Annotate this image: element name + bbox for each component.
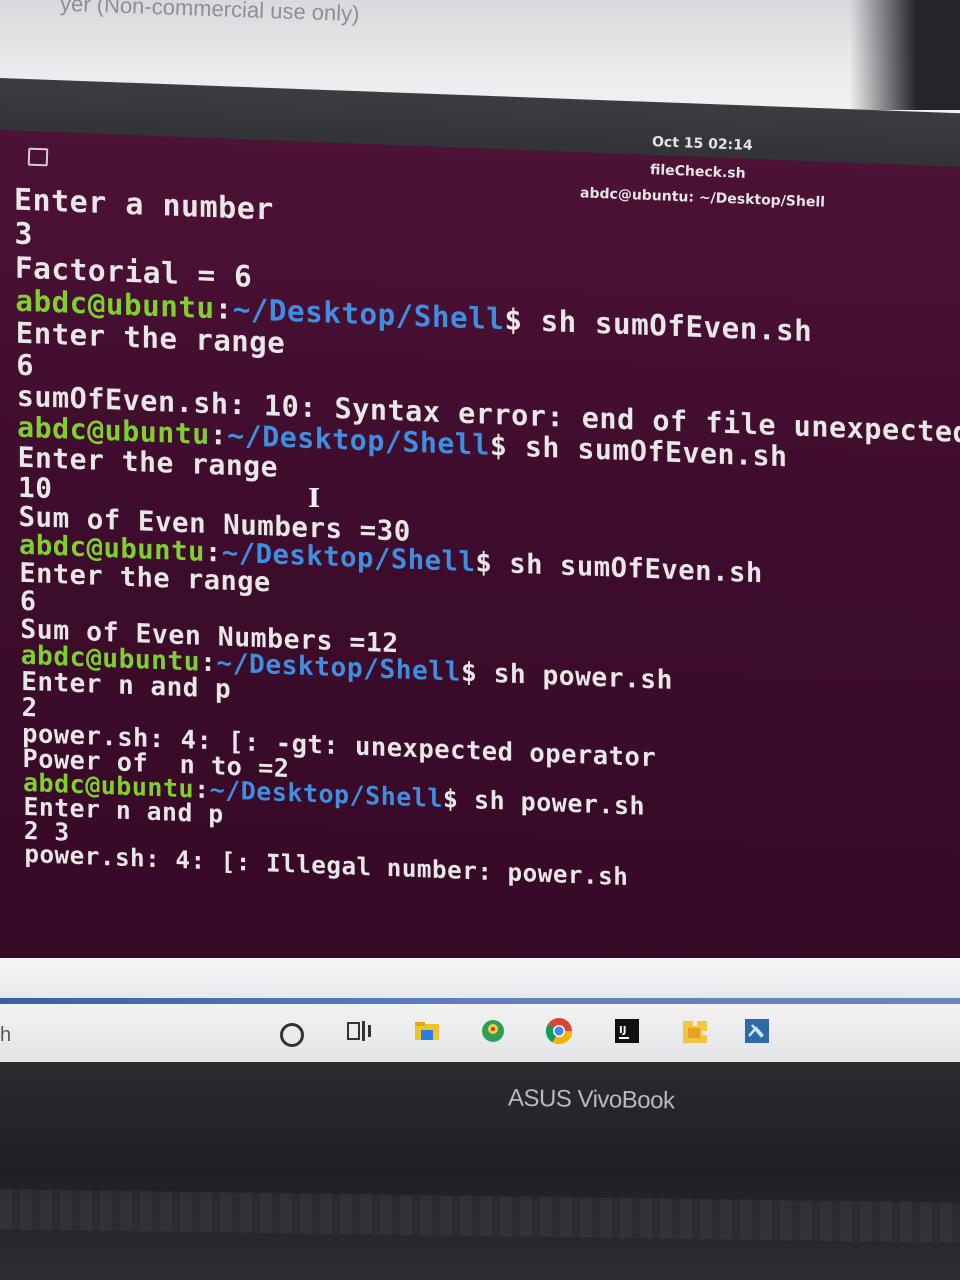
window-title: abdc@ubuntu: ~/Desktop/Shell <box>579 185 826 211</box>
prompt-colon: : <box>204 536 222 569</box>
search-box[interactable]: h <box>0 1024 11 1047</box>
text-cursor-icon: I <box>308 484 321 514</box>
laptop-bezel <box>0 1062 960 1280</box>
svg-text:IJ: IJ <box>619 1025 626 1036</box>
file-explorer-icon[interactable] <box>412 1016 442 1046</box>
intellij-icon[interactable]: IJ <box>612 1016 642 1046</box>
puzzle-app-icon[interactable] <box>680 1016 710 1046</box>
screen-bottom-band <box>0 958 960 1002</box>
laptop-brand: ASUS VivoBook <box>507 1084 675 1115</box>
chrome-icon[interactable] <box>544 1016 574 1046</box>
cortana-circle-icon[interactable] <box>280 1023 304 1047</box>
file-title: fileCheck.sh <box>649 162 746 182</box>
terminal-output-line: power.sh: 4: [: Illegal number: power.sh <box>24 838 629 891</box>
prompt-path: ~/Desktop/Shell <box>216 647 461 688</box>
prompt-command: $ sh sumOfEven.sh <box>504 301 813 348</box>
title-bar-texts: Oct 15 02:14 fileCheck.sh abdc@ubuntu: ~… <box>0 0 960 240</box>
prompt-colon: : <box>214 290 233 326</box>
clock-label[interactable]: Oct 15 02:14 <box>652 134 753 154</box>
prompt-path: ~/Desktop/Shell <box>209 775 443 814</box>
maps-icon[interactable] <box>478 1016 508 1046</box>
prompt-command: $ sh power.sh <box>460 657 673 696</box>
prompt-colon: : <box>209 417 228 452</box>
terminal-window[interactable]: Enter a number 3 Factorial = 6 abdc@ubuntu:… <box>0 130 960 997</box>
prompt-command: $ sh power.sh <box>442 784 646 821</box>
prompt-command: $ sh sumOfEven.sh <box>475 546 763 589</box>
terminal-icon[interactable] <box>27 147 49 167</box>
task-view-icon[interactable] <box>344 1016 374 1046</box>
vscode-icon[interactable] <box>742 1016 772 1046</box>
terminal-output-line: 6 <box>16 347 35 383</box>
